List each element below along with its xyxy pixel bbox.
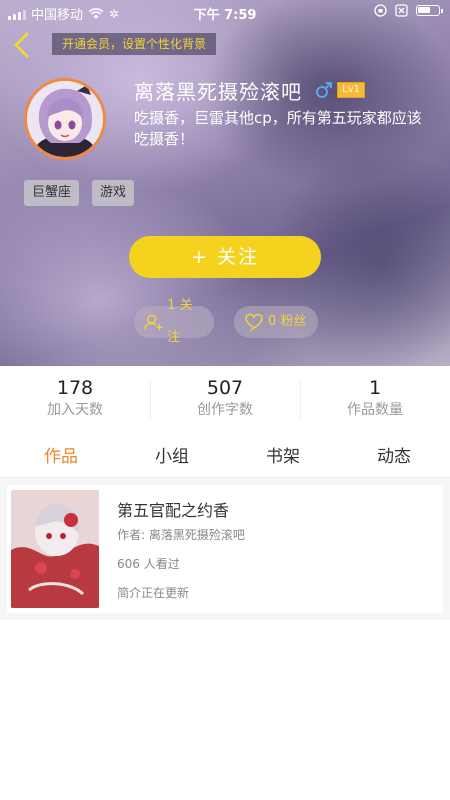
stat-label: 作品数量 <box>347 402 403 418</box>
person-add-icon <box>144 314 163 331</box>
follow-button[interactable]: + 关注 <box>129 236 321 278</box>
vip-background-banner[interactable]: 开通会员，设置个性化背景 <box>52 33 217 55</box>
profile-bio: 吃摄香，巨雷其他cp，所有第五玩家都应该吃摄香！ <box>134 109 422 148</box>
profile-stats: 178 加入天数 507 创作字数 1 作品数量 <box>0 366 450 430</box>
fans-count-label: 0 粉丝 <box>268 314 307 329</box>
stat-value: 178 <box>56 377 94 399</box>
stat-label: 创作字数 <box>197 402 253 418</box>
male-gender-icon <box>316 82 332 98</box>
stat-join-days: 178 加入天数 <box>0 376 150 420</box>
battery-icon <box>416 5 443 16</box>
work-title[interactable]: 第五官配之约香 <box>117 497 229 521</box>
stat-value: 1 <box>368 377 382 399</box>
status-bar: 中国移动 ✲ 下午 7:59 <box>0 0 450 24</box>
level-badge: Lv1 <box>337 82 365 98</box>
stat-label: 加入天数 <box>47 402 103 418</box>
tag-interest: 游戏 <box>92 180 135 206</box>
work-card[interactable]: 第五官配之约香 作者: 离落黑死摄殓滚吧 606 人看过 简介正在更新 <box>7 485 443 613</box>
username: 离落黑死摄殓滚吧 <box>134 80 302 104</box>
following-count-label: 1 关注 <box>167 298 193 345</box>
empty-area <box>0 620 450 800</box>
tab-activity[interactable]: 动态 <box>338 442 450 467</box>
work-view-count: 606 人看过 <box>117 557 180 571</box>
profile-tabs: 作品 小组 书架 动态 <box>0 432 450 478</box>
orientation-lock-icon <box>374 4 387 17</box>
book-cover-image[interactable] <box>11 490 99 608</box>
tab-bookshelf[interactable]: 书架 <box>227 442 339 467</box>
fans-count-button[interactable]: 0 粉丝 <box>234 306 318 338</box>
tab-groups[interactable]: 小组 <box>116 442 228 467</box>
work-author: 作者: 离落黑死摄殓滚吧 <box>117 528 245 542</box>
heart-chat-icon <box>245 313 263 331</box>
avatar[interactable] <box>24 78 106 160</box>
tab-works[interactable]: 作品 <box>5 442 117 467</box>
stat-word-count: 507 创作字数 <box>150 376 300 420</box>
nfc-icon <box>395 4 408 17</box>
stat-value: 507 <box>206 377 244 399</box>
tag-zodiac: 巨蟹座 <box>24 180 80 206</box>
stat-works-count: 1 作品数量 <box>300 376 450 420</box>
back-chevron-icon[interactable] <box>8 30 36 60</box>
following-count-button[interactable]: 1 关注 <box>134 298 214 345</box>
work-intro: 简介正在更新 <box>117 586 190 600</box>
